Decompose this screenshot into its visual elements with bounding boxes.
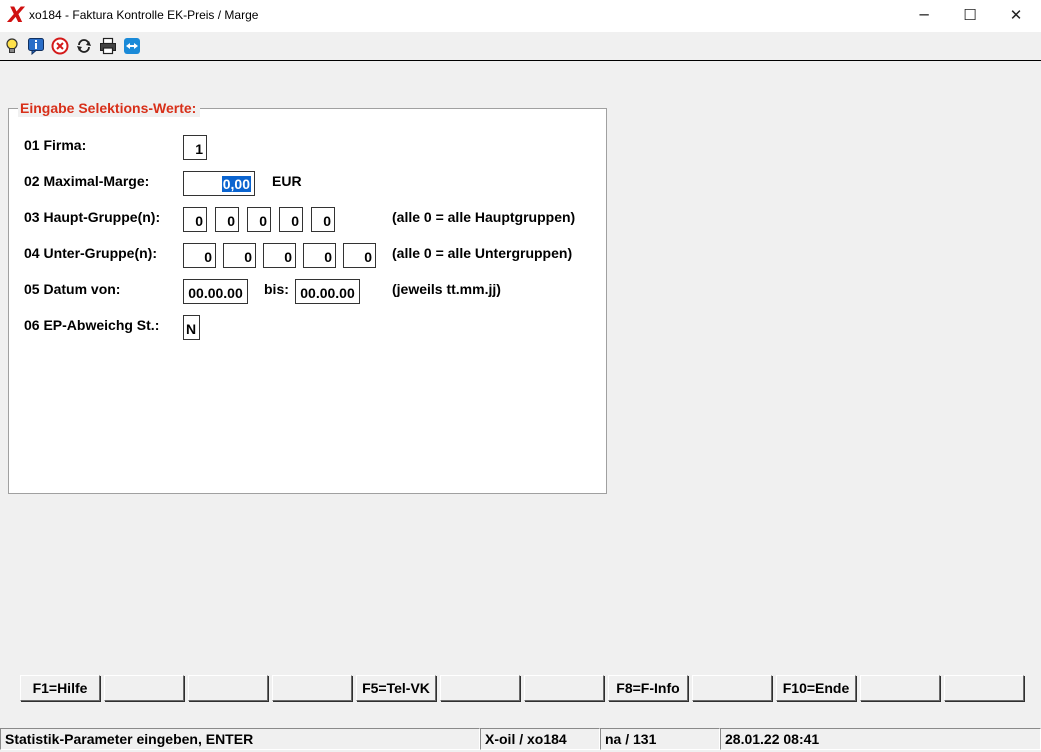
- marge-unit: EUR: [272, 173, 302, 189]
- window-title: xo184 - Faktura Kontrolle EK-Preis / Mar…: [29, 8, 259, 22]
- fkey-f9-button[interactable]: [692, 675, 772, 701]
- marge-field[interactable]: 0,00: [183, 171, 255, 196]
- info-icon[interactable]: [27, 37, 45, 55]
- fkey-f5-tel-vk-button[interactable]: F5=Tel-VK: [356, 675, 436, 701]
- status-bar: Statistik-Parameter eingeben, ENTER X-oi…: [0, 728, 1041, 752]
- lightbulb-icon[interactable]: [3, 37, 21, 55]
- untergruppe-hint: (alle 0 = alle Untergruppen): [392, 245, 573, 261]
- hauptgruppe-field-3[interactable]: 0: [247, 207, 271, 232]
- fkey-f7-button[interactable]: [524, 675, 604, 701]
- hauptgruppe-label: 03 Haupt-Gruppe(n):: [24, 209, 161, 225]
- fkey-f2-button[interactable]: [104, 675, 184, 701]
- fkey-f3-button[interactable]: [188, 675, 268, 701]
- datum-hint: (jeweils tt.mm.jj): [392, 281, 501, 297]
- marge-label: 02 Maximal-Marge:: [24, 173, 150, 189]
- untergruppe-field-1[interactable]: 0: [183, 243, 216, 268]
- datum-bis-field[interactable]: 00.00.00: [295, 279, 360, 304]
- fkey-f10-ende-button[interactable]: F10=Ende: [776, 675, 856, 701]
- fkey-f1-hilfe-button[interactable]: F1=Hilfe: [20, 675, 100, 701]
- ep-abweichung-label: 06 EP-Abweichg St.:: [24, 317, 160, 333]
- title-bar: X xo184 - Faktura Kontrolle EK-Preis / M…: [0, 0, 1041, 32]
- hauptgruppe-field-1[interactable]: 0: [183, 207, 207, 232]
- datum-von-field[interactable]: 00.00.00: [183, 279, 248, 304]
- untergruppe-field-5[interactable]: 0: [343, 243, 376, 268]
- hauptgruppe-field-4[interactable]: 0: [279, 207, 303, 232]
- untergruppe-field-2[interactable]: 0: [223, 243, 256, 268]
- marge-field-value: 0,00: [221, 176, 251, 192]
- teamviewer-icon[interactable]: [123, 37, 141, 55]
- toolbar: [0, 32, 1041, 61]
- app-logo: X: [8, 3, 25, 27]
- hauptgruppe-hint: (alle 0 = alle Hauptgruppen): [392, 209, 576, 225]
- group-box-legend: Eingabe Selektions-Werte:: [18, 99, 201, 117]
- fkey-f12-button[interactable]: [944, 675, 1024, 701]
- maximize-button[interactable]: ☐: [947, 0, 993, 32]
- datum-bis-label: bis:: [264, 281, 289, 297]
- ep-abweichung-field[interactable]: N: [183, 315, 200, 340]
- status-user: na / 131: [600, 728, 720, 750]
- firma-label: 01 Firma:: [24, 137, 87, 153]
- refresh-icon[interactable]: [75, 37, 93, 55]
- untergruppe-field-3[interactable]: 0: [263, 243, 296, 268]
- status-message: Statistik-Parameter eingeben, ENTER: [0, 728, 480, 750]
- fkey-f8-f-info-button[interactable]: F8=F-Info: [608, 675, 688, 701]
- untergruppe-field-4[interactable]: 0: [303, 243, 336, 268]
- close-button[interactable]: ✕: [993, 0, 1039, 32]
- printer-icon[interactable]: [99, 37, 117, 55]
- fkey-f4-button[interactable]: [272, 675, 352, 701]
- datum-label: 05 Datum von:: [24, 281, 121, 297]
- minimize-button[interactable]: ─: [901, 0, 947, 32]
- status-datetime: 28.01.22 08:41: [720, 728, 1041, 750]
- untergruppe-label: 04 Unter-Gruppe(n):: [24, 245, 157, 261]
- hauptgruppe-field-2[interactable]: 0: [215, 207, 239, 232]
- firma-field[interactable]: 1: [183, 135, 207, 160]
- fkey-f11-button[interactable]: [860, 675, 940, 701]
- stop-icon[interactable]: [51, 37, 69, 55]
- status-program: X-oil / xo184: [480, 728, 600, 750]
- hauptgruppe-field-5[interactable]: 0: [311, 207, 335, 232]
- fkey-f6-button[interactable]: [440, 675, 520, 701]
